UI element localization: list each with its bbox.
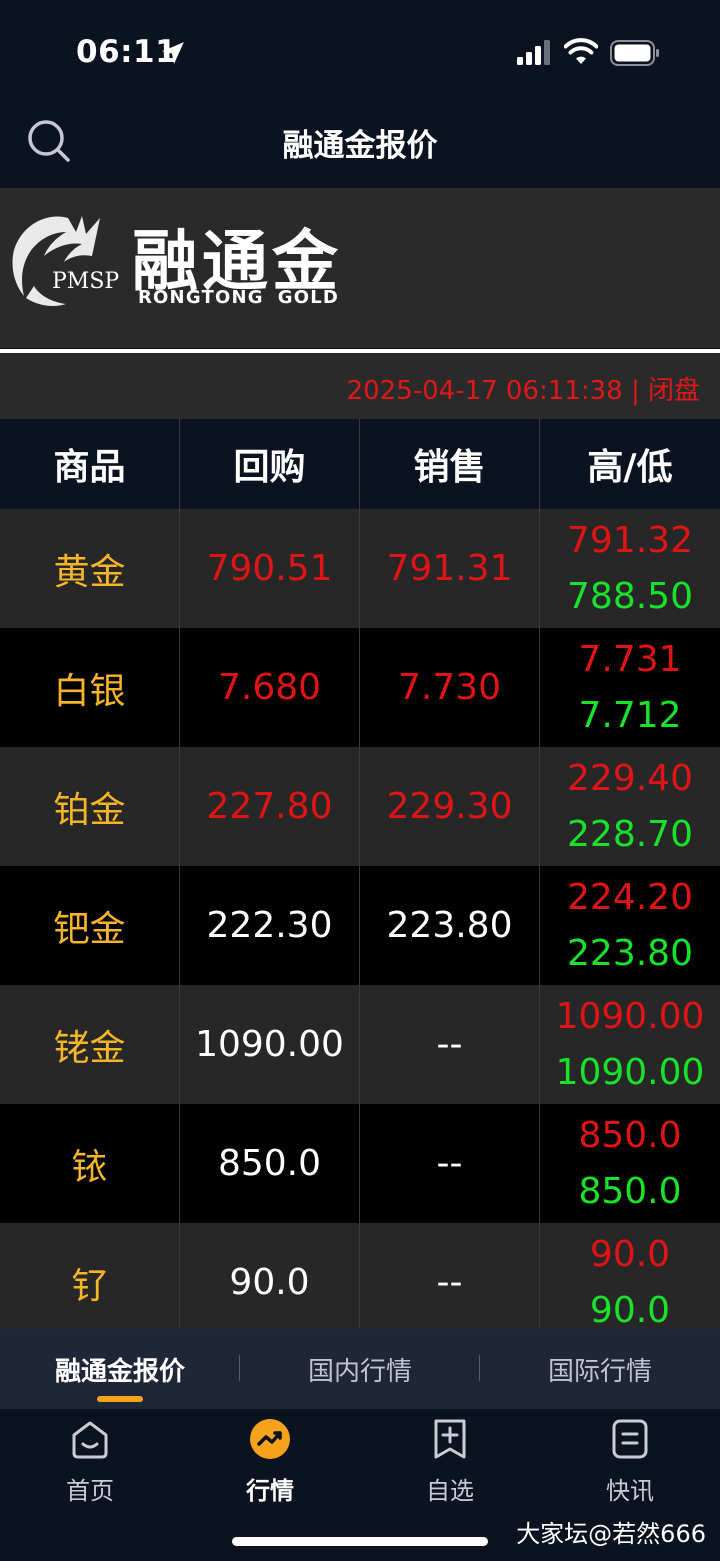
high-price: 1090.00 (555, 995, 705, 1037)
low-price: 228.70 (567, 813, 693, 855)
commodity-name: 铑金 (0, 985, 180, 1104)
subtab-international-market[interactable]: 国际行情 (480, 1329, 720, 1409)
commodity-name: 铂金 (0, 747, 180, 866)
commodity-name: 钯金 (0, 866, 180, 985)
page-title: 融通金报价 (282, 128, 438, 164)
news-icon (612, 1419, 648, 1459)
low-price: 7.712 (578, 694, 682, 736)
column-header-buyback: 回购 (180, 419, 360, 509)
nav-header: 融通金报价 (0, 100, 720, 188)
high-price: 229.40 (567, 757, 693, 799)
commodity-name: 铱 (0, 1104, 180, 1223)
add-favorite-icon (434, 1419, 466, 1459)
low-price: 223.80 (567, 932, 693, 974)
high-low-cell: 90.0 90.0 (540, 1223, 720, 1342)
buyback-price: 1090.00 (180, 985, 360, 1104)
home-indicator[interactable] (232, 1537, 488, 1546)
high-low-cell: 7.731 7.712 (540, 628, 720, 747)
table-row[interactable]: 白银 7.680 7.730 7.731 7.712 (0, 628, 720, 747)
location-arrow-icon (162, 42, 184, 64)
buyback-price: 790.51 (180, 509, 360, 628)
high-price: 90.0 (589, 1233, 671, 1275)
high-price: 850.0 (578, 1114, 682, 1156)
market-status-row: 2025-04-17 06:11:38 | 闭盘 (0, 353, 720, 419)
subtab-label: 国际行情 (547, 1356, 652, 1387)
table-row[interactable]: 黄金 790.51 791.31 791.32 788.50 (0, 509, 720, 628)
high-price: 224.20 (567, 876, 693, 918)
buyback-price: 227.80 (180, 747, 360, 866)
high-price: 791.32 (567, 519, 693, 561)
wifi-icon (564, 38, 598, 64)
subtab-label: 融通金报价 (54, 1356, 185, 1387)
dragon-logo-icon: PMSP (12, 216, 119, 306)
logo-badge: PMSP (52, 269, 119, 294)
sell-price: 229.30 (360, 747, 540, 866)
sell-price: 7.730 (360, 628, 540, 747)
table-row[interactable]: 钯金 222.30 223.80 224.20 223.80 (0, 866, 720, 985)
buyback-price: 90.0 (180, 1223, 360, 1342)
low-price: 788.50 (567, 575, 693, 617)
tab-home[interactable]: 首页 (0, 1409, 180, 1561)
subtab-domestic-market[interactable]: 国内行情 (240, 1329, 480, 1409)
market-trend-icon (250, 1419, 290, 1459)
sell-price: -- (360, 985, 540, 1104)
buyback-price: 850.0 (180, 1104, 360, 1223)
battery-icon (610, 40, 659, 66)
table-row[interactable]: 铱 850.0 -- 850.0 850.0 (0, 1104, 720, 1223)
tab-label: 行情 (246, 1477, 294, 1505)
active-tab-indicator (97, 1396, 143, 1402)
commodity-name: 黄金 (0, 509, 180, 628)
quote-sub-tabs: 融通金报价 国内行情 国际行情 (0, 1329, 720, 1409)
tab-label: 自选 (426, 1477, 474, 1505)
brand-name-en-1: RONGTONG (138, 287, 264, 308)
high-low-cell: 791.32 788.50 (540, 509, 720, 628)
sell-price: -- (360, 1104, 540, 1223)
brand-name-en: RONGTONG GOLD (138, 287, 353, 308)
high-low-cell: 224.20 223.80 (540, 866, 720, 985)
commodity-name: 钌 (0, 1223, 180, 1342)
status-bar: 06:11 (0, 0, 720, 100)
low-price: 850.0 (578, 1170, 682, 1212)
table-row[interactable]: 铂金 227.80 229.30 229.40 228.70 (0, 747, 720, 866)
watermark: 大家坛@若然666 (516, 1520, 706, 1548)
column-header-sell: 销售 (360, 419, 540, 509)
subtab-label: 国内行情 (307, 1356, 412, 1387)
high-low-cell: 850.0 850.0 (540, 1104, 720, 1223)
tab-label: 快讯 (606, 1477, 654, 1505)
sell-price: 223.80 (360, 866, 540, 985)
update-timestamp: 2025-04-17 06:11:38 | 闭盘 (346, 376, 700, 406)
home-icon (72, 1421, 108, 1459)
table-header: 商品 回购 销售 高/低 (0, 419, 720, 509)
column-header-high-low: 高/低 (587, 447, 673, 488)
brand-banner: PMSP 融通金 RONGTONG GOLD (0, 188, 720, 348)
tab-label: 首页 (66, 1477, 114, 1505)
sell-price: -- (360, 1223, 540, 1342)
table-row[interactable]: 铑金 1090.00 -- 1090.00 1090.00 (0, 985, 720, 1104)
price-table: 商品 回购 销售 高/低 黄金 790.51 791.31 791.32 788.50 白… (0, 419, 720, 1342)
high-low-cell: 229.40 228.70 (540, 747, 720, 866)
subtab-rongtong-quote[interactable]: 融通金报价 (0, 1329, 240, 1409)
table-row[interactable]: 钌 90.0 -- 90.0 90.0 (0, 1223, 720, 1342)
high-price: 7.731 (578, 638, 682, 680)
buyback-price: 7.680 (180, 628, 360, 747)
column-header-commodity: 商品 (0, 419, 180, 509)
cellular-signal-icon (517, 40, 550, 65)
brand-name-en-2: GOLD (277, 287, 340, 308)
low-price: 1090.00 (555, 1051, 705, 1093)
buyback-price: 222.30 (180, 866, 360, 985)
commodity-name: 白银 (0, 628, 180, 747)
high-low-cell: 1090.00 1090.00 (540, 985, 720, 1104)
sell-price: 791.31 (360, 509, 540, 628)
